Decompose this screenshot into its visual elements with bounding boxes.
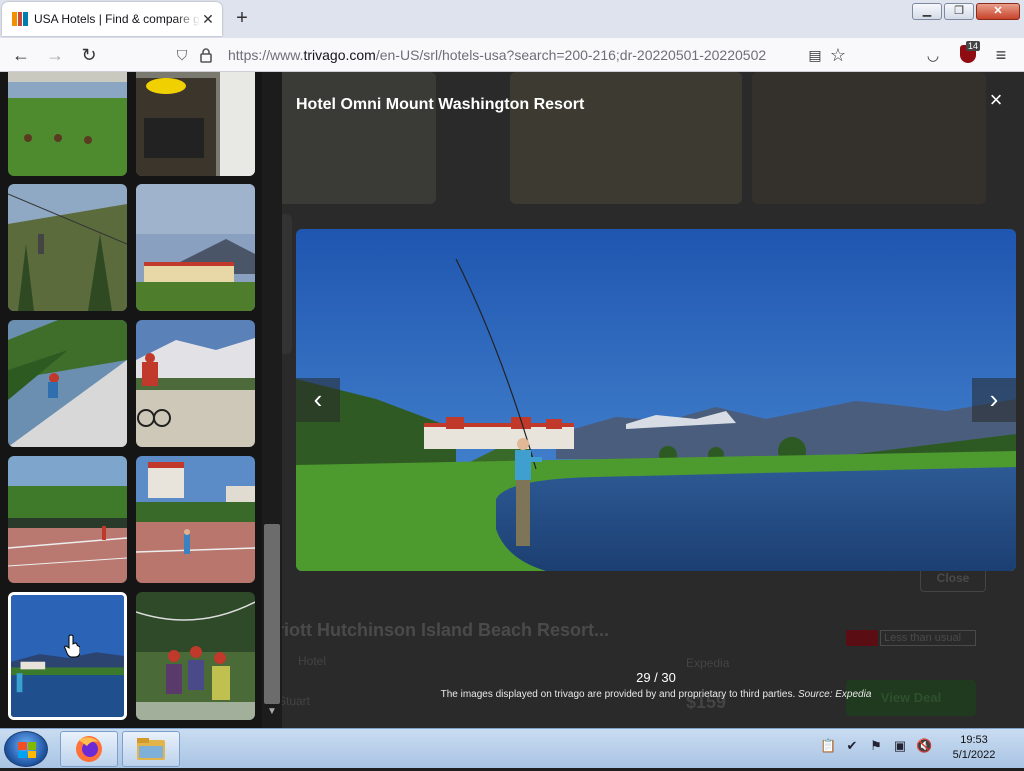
main-gallery-photo <box>296 229 1016 571</box>
system-clock[interactable]: 19:53 5/1/2022 <box>938 733 1010 763</box>
gallery-thumbnail[interactable] <box>8 72 127 176</box>
window-controls: ▁ ❐ ✕ <box>912 3 1020 20</box>
reload-icon[interactable]: ↻ <box>78 44 100 66</box>
background-hotel-name: arriott Hutchinson Island Beach Resort..… <box>260 620 610 640</box>
volume-muted-icon[interactable]: 🔇 <box>916 737 932 755</box>
lightbox-close-icon[interactable]: × <box>984 88 1008 112</box>
tab-close-icon[interactable]: ✕ <box>200 11 216 27</box>
pocket-icon[interactable]: ◡ <box>922 44 944 66</box>
folder-icon <box>137 738 165 760</box>
tab-title: USA Hotels | Find & compare great deals … <box>34 12 200 26</box>
thumbnail-gallery <box>0 72 262 728</box>
shield-icon[interactable]: ⛉ <box>174 47 190 63</box>
background-provider: Expedia <box>686 656 730 670</box>
next-photo-chevron-icon[interactable]: › <box>972 378 1016 422</box>
scroll-down-arrow-icon[interactable]: ▼ <box>264 704 280 720</box>
tab-strip: USA Hotels | Find & compare great deals … <box>0 0 1024 38</box>
url-bar[interactable]: ⛉ https://www.trivago.com/en-US/srl/hote… <box>170 42 860 68</box>
background-photo <box>752 72 986 204</box>
action-center-flag-icon[interactable]: ⚑ <box>868 737 884 755</box>
ublock-extension-icon[interactable]: 14 <box>960 41 981 63</box>
gallery-thumbnail[interactable] <box>8 456 127 583</box>
photo-counter: 29 / 30 <box>636 670 676 685</box>
background-hotel-type: Hotel <box>298 654 327 668</box>
clock-time: 19:53 <box>960 734 988 746</box>
gallery-thumbnail[interactable] <box>8 184 127 311</box>
restore-button[interactable]: ❐ <box>944 3 974 20</box>
trivago-favicon-icon <box>12 12 29 26</box>
lightbox-hotel-title: Hotel Omni Mount Washington Resort <box>296 96 585 113</box>
gallery-thumbnail[interactable] <box>136 320 255 447</box>
windows-taskbar: 📋 ✔ ⚑ ▣ 🔇 19:53 5/1/2022 <box>0 728 1024 768</box>
firefox-taskbar-button[interactable] <box>60 731 118 767</box>
system-tray: 📋 ✔ ⚑ ▣ 🔇 <box>820 737 932 755</box>
background-less-than-usual: Less than usual <box>880 630 976 646</box>
url-text[interactable]: https://www.trivago.com/en-US/srl/hotels… <box>228 47 766 63</box>
image-disclaimer: The images displayed on trivago are prov… <box>440 689 872 700</box>
security-check-icon[interactable]: ✔ <box>844 737 860 755</box>
browser-tab-active[interactable]: USA Hotels | Find & compare great deals … <box>2 2 222 36</box>
gallery-thumbnail[interactable] <box>136 184 255 311</box>
background-discount-badge <box>846 630 878 646</box>
close-window-button[interactable]: ✕ <box>976 3 1020 20</box>
start-button[interactable] <box>4 731 48 767</box>
bookmark-star-icon[interactable]: ☆ <box>827 44 849 66</box>
background-photo <box>268 72 436 204</box>
clock-date: 5/1/2022 <box>952 749 996 761</box>
network-icon[interactable]: ▣ <box>892 737 908 755</box>
firefox-icon <box>76 736 102 762</box>
windows-logo-icon <box>18 742 36 758</box>
gallery-thumbnail[interactable] <box>136 456 255 583</box>
gallery-thumbnail[interactable] <box>136 592 255 720</box>
clipboard-icon[interactable]: 📋 <box>820 737 836 755</box>
background-photo <box>510 72 742 204</box>
previous-photo-chevron-icon[interactable]: ‹ <box>296 378 340 422</box>
forward-arrow-icon[interactable]: → <box>44 44 66 66</box>
back-arrow-icon[interactable]: ← <box>10 44 32 66</box>
reader-view-icon[interactable]: ▤ <box>804 44 826 66</box>
lock-icon[interactable] <box>198 47 214 63</box>
gallery-thumbnail[interactable] <box>8 320 127 447</box>
explorer-taskbar-button[interactable] <box>122 731 180 767</box>
new-tab-plus-icon[interactable]: + <box>232 7 252 29</box>
navigation-toolbar: ← → ↻ ⛉ https://www.trivago.com/en-US/sr… <box>0 38 1024 72</box>
page-content: Close arriott Hutchinson Island Beach Re… <box>0 72 1024 728</box>
hamburger-menu-icon[interactable]: ≡ <box>990 44 1012 66</box>
minimize-button[interactable]: ▁ <box>912 3 942 20</box>
thumbnail-scrollbar-thumb[interactable] <box>264 524 280 704</box>
hand-cursor-icon <box>64 634 80 658</box>
gallery-thumbnail[interactable] <box>136 72 255 176</box>
